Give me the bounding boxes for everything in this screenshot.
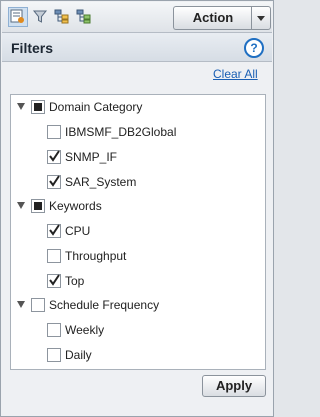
expand-arrow-icon[interactable] <box>17 301 25 308</box>
item-label: CPU <box>65 224 91 238</box>
item-label: Top <box>65 274 85 288</box>
expand-arrow-icon[interactable] <box>17 103 25 110</box>
item-label: Throughput <box>65 249 127 263</box>
tree-item: Top <box>11 271 263 291</box>
apply-button[interactable]: Apply <box>202 375 266 397</box>
tree-item: SAR_System <box>11 172 263 192</box>
tree-item: Weekly <box>11 320 263 340</box>
hierarchy-alt-icon[interactable] <box>76 8 94 26</box>
action-button[interactable]: Action <box>173 6 252 30</box>
action-dropdown-icon[interactable] <box>251 6 271 30</box>
funnel-icon[interactable] <box>32 8 50 26</box>
filter-panel-icon[interactable] <box>8 7 28 27</box>
tree-group-keywords: Keywords <box>11 196 263 216</box>
item-label: SAR_System <box>65 175 137 189</box>
group-label: Domain Category <box>49 100 143 114</box>
filters-panel: Action Filters ? Clear All Domain Catego… <box>0 0 274 417</box>
help-icon[interactable]: ? <box>244 38 264 58</box>
item-checkbox-daily[interactable] <box>47 348 61 362</box>
group-label: Keywords <box>49 199 102 213</box>
group-checkbox-keywords[interactable] <box>31 199 45 213</box>
tree-item: IBMSMF_DB2Global <box>11 122 263 142</box>
item-checkbox-top[interactable] <box>47 274 61 288</box>
item-label: Weekly <box>65 323 105 337</box>
item-checkbox-throughput[interactable] <box>47 249 61 263</box>
tree-item: CPU <box>11 221 263 241</box>
filters-title: Filters <box>11 40 54 56</box>
hierarchy-icon[interactable] <box>54 8 72 26</box>
item-checkbox-ibmsmf-db2global[interactable] <box>47 125 61 139</box>
item-label: IBMSMF_DB2Global <box>65 125 177 139</box>
item-label: SNMP_IF <box>65 150 118 164</box>
group-checkbox-schedule-frequency[interactable] <box>31 298 45 312</box>
item-checkbox-cpu[interactable] <box>47 224 61 238</box>
filter-tree: Domain Category IBMSMF_DB2Global SNMP_IF… <box>10 94 266 370</box>
item-label: Daily <box>65 348 92 362</box>
item-checkbox-snmp-if[interactable] <box>47 150 61 164</box>
expand-arrow-icon[interactable] <box>17 202 25 209</box>
clear-all-link[interactable]: Clear All <box>213 67 258 81</box>
group-label: Schedule Frequency <box>49 298 160 312</box>
filters-header: Filters ? <box>2 33 272 62</box>
toolbar: Action <box>2 2 272 33</box>
tree-group-schedule-frequency: Schedule Frequency <box>11 295 263 315</box>
tree-item: Throughput <box>11 246 263 266</box>
item-checkbox-weekly[interactable] <box>47 323 61 337</box>
tree-item: SNMP_IF <box>11 147 263 167</box>
tree-item: Daily <box>11 345 263 365</box>
group-checkbox-domain-category[interactable] <box>31 100 45 114</box>
tree-group-domain-category: Domain Category <box>11 97 263 117</box>
item-checkbox-sar-system[interactable] <box>47 175 61 189</box>
